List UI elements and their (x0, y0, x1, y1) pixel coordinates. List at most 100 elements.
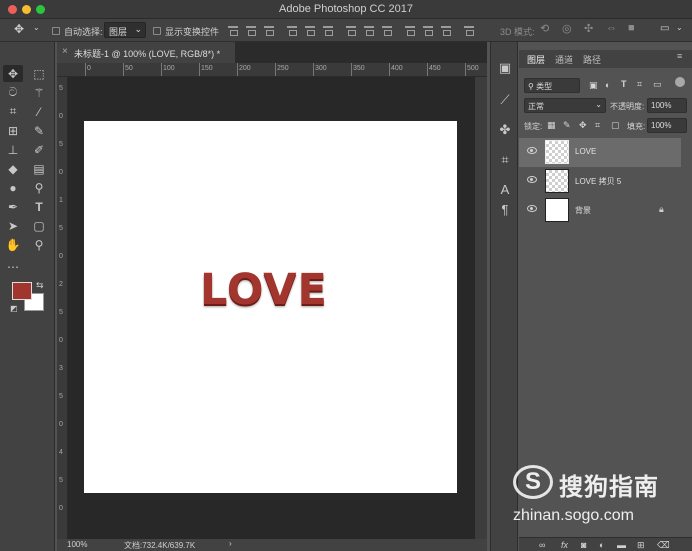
move-tool-icon[interactable]: ✥ (3, 65, 23, 82)
lock-image-icon[interactable]: ✎ (563, 120, 571, 131)
filter-shape-icon[interactable]: ⌗ (637, 79, 642, 90)
crop-panel-icon[interactable]: ⌗ (497, 152, 513, 168)
align-right-icon[interactable] (323, 25, 333, 36)
trash-icon[interactable]: ⌫ (657, 540, 670, 551)
foreground-color-swatch[interactable] (12, 282, 32, 300)
layer-filter-dropdown[interactable]: ⚲ 类型 (524, 78, 580, 93)
link-layers-icon[interactable]: ∞ (539, 540, 545, 550)
visibility-eye-icon[interactable] (527, 205, 537, 212)
filter-pixel-icon[interactable]: ▣ (589, 80, 598, 91)
hand-tool-icon[interactable]: ✋ (3, 236, 23, 253)
distribute-bottom-icon[interactable] (382, 25, 392, 36)
eyedropper-tool-icon[interactable]: ⁄ (29, 103, 49, 120)
layer-style-icon[interactable]: fx (561, 540, 568, 550)
lasso-tool-icon[interactable]: ට (3, 84, 23, 101)
layer-row-love[interactable]: LOVE (519, 138, 681, 167)
zoom-tool-icon[interactable]: ⚲ (29, 236, 49, 253)
auto-align-icon[interactable] (464, 25, 474, 36)
zoom-level[interactable]: 100% (67, 540, 87, 549)
distribute-left-icon[interactable] (405, 25, 415, 36)
character-panel-icon[interactable]: A (497, 182, 513, 198)
panel-menu-icon[interactable]: ≡ (677, 51, 682, 61)
show-transform-checkbox[interactable] (153, 27, 161, 35)
marquee-tool-icon[interactable]: ⬚ (29, 65, 49, 82)
3d-roll-icon[interactable]: ◎ (562, 22, 572, 35)
blur-tool-icon[interactable]: ● (3, 179, 23, 196)
more-tools-icon[interactable]: ⋯ (3, 258, 23, 275)
close-icon[interactable]: × (62, 46, 68, 57)
fill-field[interactable]: 100% (647, 118, 687, 133)
auto-select-dropdown[interactable]: 图层 ⌄ (104, 22, 146, 38)
default-colors-icon[interactable]: ◩ (10, 304, 18, 313)
new-layer-icon[interactable]: ⊞ (637, 540, 645, 551)
filter-toggle-icon[interactable] (675, 77, 685, 87)
lock-position-icon[interactable]: ✥ (579, 120, 587, 131)
watermark-url: zhinan.sogo.com (513, 507, 634, 524)
love-text-layer[interactable]: LOVE (200, 265, 328, 315)
watermark-brand: 搜狗指南 (559, 474, 659, 501)
chevron-right-icon[interactable]: › (229, 539, 232, 548)
shape-tool-icon[interactable]: ▢ (29, 217, 49, 234)
align-bottom-icon[interactable] (264, 25, 274, 36)
3d-drag-icon[interactable]: ✣ (584, 22, 593, 35)
pen-tool-icon[interactable]: ✒ (3, 198, 23, 215)
eraser-tool-icon[interactable]: ◆ (3, 160, 23, 177)
ruler-tick-mark (351, 63, 352, 76)
visibility-eye-icon[interactable] (527, 176, 537, 183)
gradient-tool-icon[interactable]: ▤ (29, 160, 49, 177)
vertical-scrollbar[interactable] (475, 77, 487, 539)
tab-channels[interactable]: 通道 (555, 53, 573, 66)
document-tab[interactable]: × 未标题-1 @ 100% (LOVE, RGB/8*) * (57, 42, 235, 63)
filter-type-icon[interactable]: T (621, 79, 627, 89)
history-brush-tool-icon[interactable]: ✐ (29, 141, 49, 158)
opacity-field[interactable]: 100% (647, 98, 687, 113)
auto-select-checkbox[interactable] (52, 27, 60, 35)
swap-colors-icon[interactable]: ⇆ (36, 280, 44, 291)
paragraph-panel-icon[interactable]: ¶ (497, 202, 513, 218)
adjustment-layer-icon[interactable]: ◐ (599, 540, 604, 550)
layer-row-love-copy[interactable]: LOVE 拷贝 5 (519, 167, 681, 196)
blend-mode-dropdown[interactable]: 正常 ⌄ (524, 98, 606, 113)
move-tool-preset-icon[interactable]: ✥ (14, 22, 24, 36)
filter-smart-icon[interactable]: ▭ (653, 79, 662, 90)
filter-adjustment-icon[interactable]: ◐ (605, 80, 610, 90)
lock-all-icon[interactable]: ▢ (611, 120, 620, 131)
distribute-right-icon[interactable] (441, 25, 451, 36)
align-top-icon[interactable] (228, 25, 238, 36)
libraries-panel-icon[interactable]: ✤ (497, 122, 513, 138)
visibility-eye-icon[interactable] (527, 147, 537, 154)
show-transform-label: 显示变换控件 (165, 27, 220, 37)
dodge-tool-icon[interactable]: ⚲ (29, 179, 49, 196)
layer-row-background[interactable]: 背景 🔒︎ (519, 196, 681, 225)
align-vcenter-icon[interactable] (246, 25, 256, 36)
ruler-tick-label: 5 (59, 85, 63, 92)
chevron-down-icon[interactable]: ⌄ (676, 23, 683, 32)
align-hcenter-icon[interactable] (305, 25, 315, 36)
lock-transparent-icon[interactable]: ▦ (547, 120, 556, 131)
distribute-vcenter-icon[interactable] (364, 25, 374, 36)
ruler-tick-label: 5 (59, 225, 63, 232)
align-left-icon[interactable] (287, 25, 297, 36)
distribute-top-icon[interactable] (346, 25, 356, 36)
workspace-icon[interactable]: ▭ (660, 23, 669, 34)
brush-tool-icon[interactable]: ✎ (29, 122, 49, 139)
tab-layers[interactable]: 图层 (527, 53, 545, 66)
crop-tool-icon[interactable]: ⌗ (3, 103, 23, 120)
type-tool-icon[interactable]: T (29, 198, 49, 215)
tab-paths[interactable]: 路径 (583, 53, 601, 66)
learn-panel-icon[interactable]: ▣ (497, 60, 513, 76)
path-select-tool-icon[interactable]: ➤ (3, 217, 23, 234)
adjustments-panel-icon[interactable]: ⟋ (497, 92, 513, 108)
chevron-down-icon[interactable]: ⌄ (33, 23, 40, 32)
lock-artboard-icon[interactable]: ⌗ (595, 120, 600, 131)
3d-scale-icon[interactable]: ■ (628, 22, 635, 34)
new-group-icon[interactable]: ▬ (617, 540, 626, 550)
healing-tool-icon[interactable]: ⊞ (3, 122, 23, 139)
add-mask-icon[interactable]: ◙ (581, 540, 586, 550)
document-canvas[interactable]: LOVE (84, 121, 457, 493)
distribute-hcenter-icon[interactable] (423, 25, 433, 36)
3d-slide-icon[interactable]: ⇔ (606, 22, 617, 34)
stamp-tool-icon[interactable]: ⊥ (3, 141, 23, 158)
magic-wand-tool-icon[interactable]: ⚚ (29, 84, 49, 101)
3d-rotate-icon[interactable]: ⟲ (540, 22, 549, 35)
